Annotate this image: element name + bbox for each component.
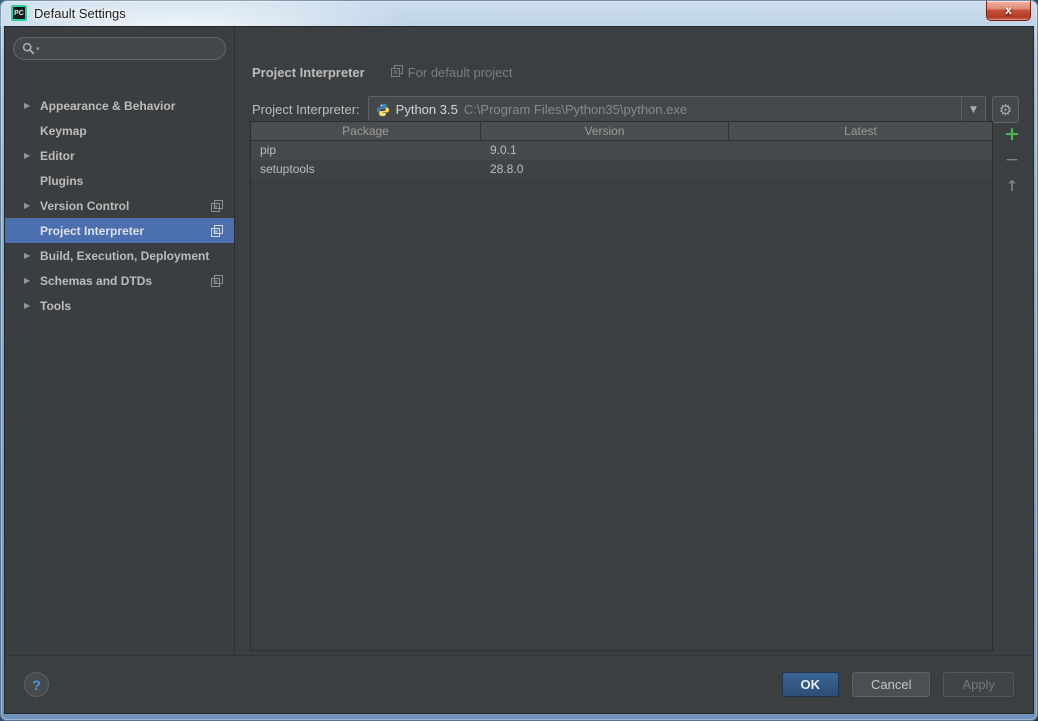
per-project-icon <box>391 65 403 80</box>
package-row-pip[interactable]: pip9.0.1 <box>251 141 992 160</box>
gear-icon[interactable]: ⚙ <box>992 96 1019 123</box>
package-row-setuptools[interactable]: setuptools28.8.0 <box>251 160 992 179</box>
package-table-empty-area <box>251 179 992 650</box>
expand-arrow-icon[interactable]: ▶ <box>24 276 40 285</box>
interpreter-select[interactable]: Python 3.5 C:\Program Files\Python35\pyt… <box>368 96 986 123</box>
pycharm-app-icon: PC <box>11 5 27 21</box>
footer-buttons: OK Cancel Apply <box>782 672 1015 697</box>
settings-tree: ▶Appearance & BehaviorKeymap▶EditorPlugi… <box>5 93 234 318</box>
sidebar-item-label: Version Control <box>40 199 129 213</box>
cell-latest <box>729 141 992 160</box>
sidebar-item-label: Editor <box>40 149 75 163</box>
titlebar[interactable]: PC Default Settings x <box>0 0 1038 26</box>
settings-search-input[interactable]: ▾ <box>13 37 226 60</box>
chevron-down-icon[interactable]: ▼ <box>961 97 985 122</box>
expand-arrow-icon[interactable]: ▶ <box>24 151 40 160</box>
add-package-button[interactable]: + <box>991 121 1033 147</box>
sidebar-item-label: Tools <box>40 299 71 313</box>
sidebar-item-label: Plugins <box>40 174 83 188</box>
ok-button[interactable]: OK <box>782 672 840 697</box>
cell-latest <box>729 160 992 179</box>
scope-note-label: For default project <box>408 65 513 80</box>
settings-content: Project Interpreter For default project … <box>236 27 1033 655</box>
sidebar-item-version-control[interactable]: ▶Version Control <box>5 193 234 218</box>
expand-arrow-icon[interactable]: ▶ <box>24 101 40 110</box>
cell-version: 9.0.1 <box>481 141 729 160</box>
sidebar-item-plugins[interactable]: Plugins <box>5 168 234 193</box>
per-project-icon <box>211 275 223 287</box>
interpreter-label: Project Interpreter: <box>252 102 360 117</box>
settings-dialog: ▾ ▶Appearance & BehaviorKeymap▶EditorPlu… <box>4 26 1034 714</box>
dialog-footer: ? OK Cancel Apply <box>5 655 1033 713</box>
sidebar-item-build-execution-deployment[interactable]: ▶Build, Execution, Deployment <box>5 243 234 268</box>
per-project-icon <box>211 225 223 237</box>
package-table-header: PackageVersionLatest <box>251 122 992 141</box>
per-project-icon <box>211 200 223 212</box>
sidebar-item-keymap[interactable]: Keymap <box>5 118 234 143</box>
cell-package: pip <box>251 141 481 160</box>
sidebar-item-label: Keymap <box>40 124 87 138</box>
search-options-caret-icon[interactable]: ▾ <box>36 45 40 53</box>
sidebar-item-project-interpreter[interactable]: Project Interpreter <box>5 218 234 243</box>
sidebar-item-label: Schemas and DTDs <box>40 274 152 288</box>
sidebar-item-appearance-behavior[interactable]: ▶Appearance & Behavior <box>5 93 234 118</box>
expand-arrow-icon[interactable]: ▶ <box>24 251 40 260</box>
column-header-latest[interactable]: Latest <box>729 122 992 140</box>
scope-note: For default project <box>391 65 513 80</box>
search-icon <box>22 42 35 55</box>
package-table: PackageVersionLatest pip9.0.1setuptools2… <box>250 121 993 651</box>
window-frame: PC Default Settings x ▾ ▶Appearance & Be… <box>0 0 1038 721</box>
expand-arrow-icon[interactable]: ▶ <box>24 201 40 210</box>
package-toolbar: + − ↑ <box>991 121 1033 651</box>
package-table-rows: pip9.0.1setuptools28.8.0 <box>251 141 992 179</box>
page-title: Project Interpreter <box>252 65 365 80</box>
cell-package: setuptools <box>251 160 481 179</box>
upgrade-package-button[interactable]: ↑ <box>991 173 1033 199</box>
sidebar-item-label: Build, Execution, Deployment <box>40 249 209 263</box>
settings-sidebar: ▾ ▶Appearance & BehaviorKeymap▶EditorPlu… <box>5 27 235 655</box>
cancel-button[interactable]: Cancel <box>852 672 930 697</box>
sidebar-item-editor[interactable]: ▶Editor <box>5 143 234 168</box>
interpreter-row: Project Interpreter: Python 3.5 C:\Progr… <box>252 96 1019 123</box>
content-header: Project Interpreter For default project <box>252 65 512 80</box>
remove-package-button[interactable]: − <box>991 147 1033 173</box>
sidebar-item-label: Project Interpreter <box>40 224 144 238</box>
column-header-package[interactable]: Package <box>251 122 481 140</box>
sidebar-item-label: Appearance & Behavior <box>40 99 175 113</box>
expand-arrow-icon[interactable]: ▶ <box>24 301 40 310</box>
apply-button: Apply <box>943 672 1014 697</box>
close-button[interactable]: x <box>986 1 1031 21</box>
python-icon <box>376 103 390 117</box>
interpreter-name: Python 3.5 <box>396 102 458 117</box>
cell-version: 28.8.0 <box>481 160 729 179</box>
help-button[interactable]: ? <box>24 672 49 697</box>
column-header-version[interactable]: Version <box>481 122 729 140</box>
interpreter-path: C:\Program Files\Python35\python.exe <box>464 102 687 117</box>
sidebar-item-tools[interactable]: ▶Tools <box>5 293 234 318</box>
sidebar-item-schemas-and-dtds[interactable]: ▶Schemas and DTDs <box>5 268 234 293</box>
window-title: Default Settings <box>34 6 126 21</box>
